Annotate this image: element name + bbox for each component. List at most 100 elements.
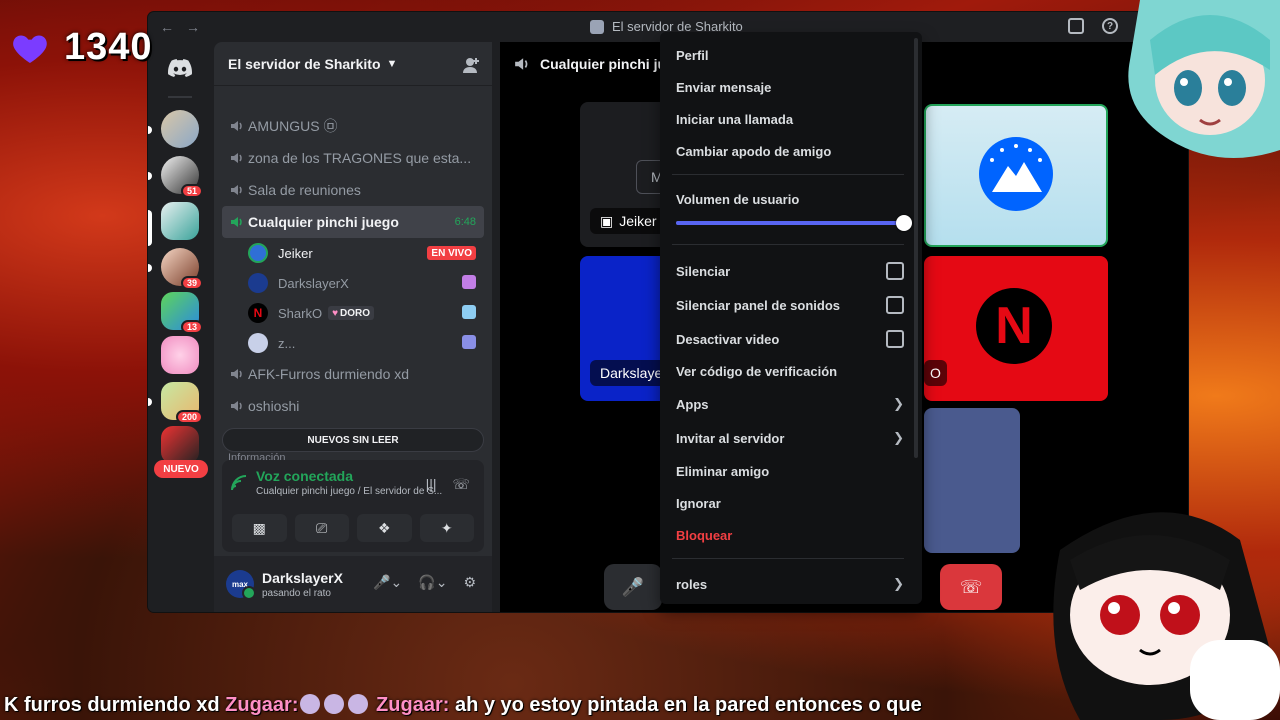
menu-item-mute[interactable]: Silenciar	[676, 262, 904, 280]
soundboard-icon: ✦	[440, 519, 453, 536]
back-arrow-icon[interactable]: ←	[160, 19, 174, 35]
menu-item-disable-video[interactable]: Desactivar video	[676, 330, 904, 348]
guild-separator	[168, 96, 192, 98]
gear-icon[interactable]: ⚙	[463, 574, 476, 591]
voice-user[interactable]: DarkslayerX	[222, 268, 484, 298]
leave-call-button[interactable]: ☏	[940, 564, 1002, 610]
avatar: N	[248, 303, 268, 323]
channel-name: Sala de reuniones	[248, 182, 361, 198]
slider-fill	[676, 221, 904, 225]
activity-icon	[462, 275, 476, 289]
screen-share-button[interactable]: ⎚	[294, 514, 349, 542]
noise-suppression-icon[interactable]: |||	[426, 476, 437, 493]
stream-tile[interactable]: M ▣ Jeiker	[580, 102, 670, 247]
voice-channel[interactable]: zona de los TRAGONES que esta...	[222, 142, 484, 174]
slider-knob[interactable]	[896, 215, 912, 231]
menu-item-mute-soundboard[interactable]: Silenciar panel de sonidos	[676, 296, 904, 314]
user-tile-speaking[interactable]	[924, 104, 1108, 247]
tile-label-text: Jeiker	[619, 213, 657, 229]
menu-item-ignore[interactable]: Ignorar	[676, 496, 904, 511]
menu-volume-label: Volumen de usuario	[676, 192, 904, 207]
menu-item-apps[interactable]: Apps ❯	[676, 396, 904, 412]
unread-indicator	[148, 172, 152, 180]
menu-item-roles[interactable]: roles ❯	[676, 576, 904, 592]
menu-item-start-call[interactable]: Iniciar una llamada	[676, 112, 904, 127]
camera-off-button[interactable]: ▩	[232, 514, 287, 542]
menu-item-label: Volumen de usuario	[676, 192, 800, 207]
menu-item-block[interactable]: Bloquear	[676, 528, 904, 543]
nav-arrows: ← →	[160, 19, 200, 35]
new-unreads-bar[interactable]: NUEVOS SIN LEER	[222, 428, 484, 452]
guild-icon-active[interactable]	[161, 202, 199, 240]
menu-item-verification[interactable]: Ver código de verificación	[676, 364, 904, 379]
ticker-user: Zugaar:	[376, 694, 450, 716]
server-list: 51 39 13 200 NUEVO	[148, 42, 214, 612]
menu-item-remove-friend[interactable]: Eliminar amigo	[676, 464, 904, 479]
channel-name: oshioshi	[248, 398, 300, 414]
checkbox[interactable]	[886, 262, 904, 280]
user-info[interactable]: DarkslayerX pasando el rato	[262, 570, 343, 599]
stage-header: Cualquier pinchi ju	[514, 56, 666, 72]
user-tile[interactable]: N O	[924, 256, 1108, 401]
emote-icon	[300, 694, 321, 714]
emote-icon	[348, 694, 369, 714]
voice-user[interactable]: z...	[222, 328, 484, 358]
user-controls: 🎤⌄ 🎧⌄ ⚙	[373, 574, 476, 591]
guild-icon[interactable]: 200	[161, 382, 203, 424]
disconnect-icon[interactable]: ☏	[452, 476, 470, 493]
screen-share-icon: ⎚	[316, 519, 328, 536]
voice-channel-active[interactable]: Cualquier pinchi juego 6:48	[222, 206, 484, 238]
menu-item-send-message[interactable]: Enviar mensaje	[676, 80, 904, 95]
guild-icon[interactable]: 39	[161, 248, 203, 290]
user-tag-text: DORO	[340, 307, 371, 319]
menu-item-label: Iniciar una llamada	[676, 112, 794, 127]
activities-button[interactable]: ❖	[357, 514, 412, 542]
menu-scrollbar[interactable]	[914, 38, 918, 458]
heart-icon: ♥	[332, 307, 339, 319]
server-header[interactable]: El servidor de Sharkito ▼	[214, 42, 492, 86]
soundboard-button[interactable]: ✦	[419, 514, 474, 542]
netflix-logo-icon: N	[976, 288, 1052, 364]
menu-item-invite[interactable]: Invitar al servidor ❯	[676, 430, 904, 446]
menu-item-label: Silenciar panel de sonidos	[676, 297, 840, 313]
discord-logo-icon	[168, 59, 192, 77]
checkbox[interactable]	[886, 296, 904, 314]
user-panel: max DarkslayerX pasando el rato 🎤⌄ 🎧⌄ ⚙	[214, 556, 492, 612]
voice-channel[interactable]: Sala de reuniones	[222, 174, 484, 206]
microphone-icon[interactable]: 🎤⌄	[373, 574, 402, 591]
guild-icon[interactable]: 13	[161, 292, 203, 334]
forward-arrow-icon[interactable]: →	[186, 19, 200, 35]
user-tag: ♥ DORO	[328, 306, 375, 320]
menu-item-change-nickname[interactable]: Cambiar apodo de amigo	[676, 144, 904, 159]
guild-icon[interactable]	[161, 110, 199, 148]
inbox-icon[interactable]	[1068, 18, 1084, 34]
video-icon	[462, 305, 476, 319]
menu-item-profile[interactable]: Perfil	[676, 48, 904, 63]
avatar[interactable]: max	[226, 570, 256, 600]
speaker-icon	[231, 121, 242, 131]
speaker-icon	[231, 369, 242, 379]
mic-toggle-button[interactable]: 🎤	[604, 564, 662, 610]
voice-user[interactable]: N SharkO ♥ DORO	[222, 298, 484, 328]
headphones-icon[interactable]: 🎧⌄	[418, 574, 447, 591]
add-member-icon[interactable]	[462, 56, 480, 74]
user-tile[interactable]	[924, 408, 1020, 553]
new-servers-pill[interactable]: NUEVO	[154, 460, 208, 478]
voice-channel[interactable]: AFK-Furros durmiendo xd	[222, 358, 484, 390]
guild-icon[interactable]	[161, 336, 199, 374]
voice-channel[interactable]: oshioshi	[222, 390, 484, 422]
checkbox[interactable]	[886, 330, 904, 348]
user-name: DarkslayerX	[262, 569, 343, 586]
user-tile[interactable]: Darkslaye	[580, 256, 670, 401]
guild-icon[interactable]	[161, 426, 199, 464]
discord-home-button[interactable]	[160, 48, 200, 88]
menu-item-label: Desactivar video	[676, 331, 780, 347]
voice-channel[interactable]: AMUNGUS ㉤	[222, 110, 484, 142]
guild-icon[interactable]: 51	[161, 156, 203, 198]
voice-user[interactable]: Jeiker EN VIVO	[222, 238, 484, 268]
server-name: El servidor de Sharkito	[228, 55, 381, 72]
mention-badge: 51	[180, 184, 203, 198]
voice-connected-panel: Voz conectada Cualquier pinchi juego / E…	[222, 460, 484, 552]
volume-slider[interactable]	[676, 215, 912, 231]
tile-label-text: O	[930, 365, 941, 381]
